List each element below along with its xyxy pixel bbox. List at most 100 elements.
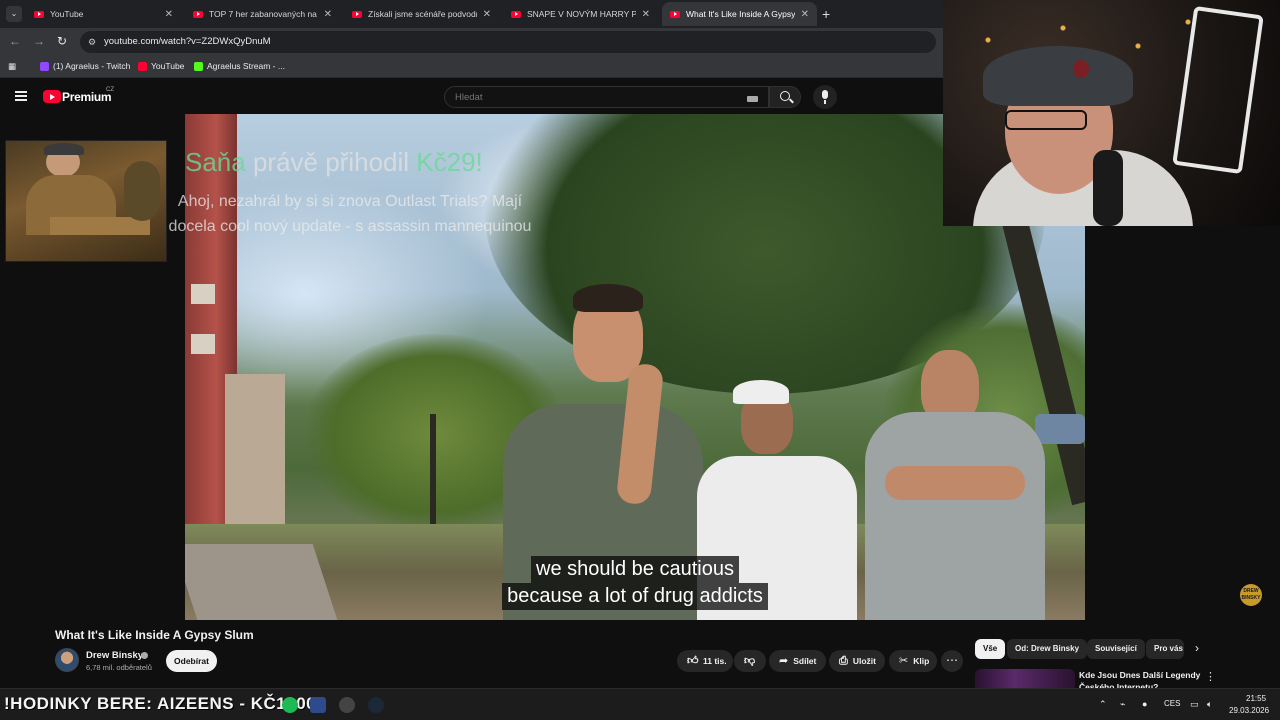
reload-icon[interactable]: ↻ [57, 34, 67, 48]
donation-text: právě přihodil [245, 147, 417, 177]
video-title: What It's Like Inside A Gypsy Slum [55, 628, 254, 642]
streamer-webcam [943, 0, 1280, 226]
like-button[interactable]: 👍︎ 11 tis. [677, 650, 733, 672]
youtube-favicon-icon [511, 10, 521, 18]
browser-tab[interactable]: YouTube ✕ [26, 2, 181, 26]
scissors-icon: ✂ [899, 654, 909, 667]
address-bar[interactable]: ⚙ youtube.com/watch?v=Z2DWxQyDnuM [80, 31, 936, 53]
youtube-favicon-icon [670, 10, 680, 18]
browser-tab[interactable]: SNAPE V NOVÝM HARRY POTT ✕ [503, 2, 658, 26]
bookmark-item[interactable]: (1) Agraelus - Twitch [40, 61, 130, 71]
donor-name: Saňa [185, 147, 246, 177]
new-tab-button[interactable]: + [822, 6, 830, 22]
cap [733, 380, 789, 404]
subscribe-button[interactable]: Odebírat [166, 650, 217, 672]
close-tab-icon[interactable]: ✕ [483, 9, 491, 20]
bookmarks-bar: ▦ (1) Agraelus - Twitch YouTube Agraelus… [0, 56, 943, 78]
voice-search-button[interactable] [813, 85, 837, 109]
chip-all[interactable]: Vše [975, 639, 1006, 659]
bookmark-item[interactable]: YouTube [138, 61, 184, 71]
chevron-right-icon[interactable]: › [1195, 641, 1199, 655]
close-tab-icon[interactable]: ✕ [642, 9, 650, 20]
region-code: CZ [106, 87, 114, 93]
youtube-brand[interactable]: Premium [62, 90, 112, 104]
cap-logo [1073, 60, 1089, 78]
microphone [1093, 150, 1123, 226]
subtitle-line: we should be cautious [531, 556, 739, 583]
bookmark-label: YouTube [151, 61, 185, 71]
back-icon[interactable]: ← [9, 34, 21, 48]
apps-grid-icon[interactable]: ▦ [8, 61, 16, 72]
chip-from-channel[interactable]: Od: Drew Binsky [1007, 639, 1088, 659]
close-tab-icon[interactable]: ✕ [324, 9, 332, 20]
youtube-logo-icon[interactable] [43, 90, 61, 103]
language-indicator[interactable]: CES [1164, 699, 1180, 708]
steam-icon[interactable] [368, 697, 384, 713]
youtube-favicon-icon [193, 10, 203, 18]
share-button[interactable]: ➦ Sdílet [769, 650, 826, 672]
save-button[interactable]: ⎙ Uložit [829, 650, 885, 672]
glasses [1005, 110, 1087, 130]
window [191, 334, 215, 354]
tab-title: YouTube [50, 9, 84, 19]
browser-tab-active[interactable]: What It's Like Inside A Gypsy Sl ✕ [662, 2, 817, 26]
clip-label: Klip [913, 656, 930, 666]
obs-icon[interactable] [310, 697, 326, 713]
display-icon[interactable]: ▭ [1190, 699, 1199, 710]
search-box[interactable] [444, 86, 769, 108]
volume-icon[interactable]: 🔈︎ [1207, 699, 1212, 710]
building [225, 374, 285, 534]
window [191, 284, 215, 304]
tree-trunk [430, 414, 436, 534]
spotify-icon[interactable] [282, 697, 298, 713]
bookmark-label: (1) Agraelus - Twitch [53, 61, 131, 71]
youtube-favicon-icon [352, 10, 362, 18]
bookmark-label: Agraelus Stream - ... [207, 61, 285, 71]
microphone-icon[interactable]: ● [1142, 699, 1147, 709]
stream-ticker: !HODINKY BERE: AIZEENS - KČ1000 [4, 694, 317, 713]
share-icon: ➦ [779, 654, 789, 667]
thumbs-up-icon: 👍︎ [687, 654, 699, 667]
forward-icon[interactable]: → [33, 34, 45, 48]
close-tab-icon[interactable]: ✕ [165, 9, 173, 20]
clip-button[interactable]: ✂ Klip [889, 650, 937, 672]
clock-date[interactable]: 29.03.2026 [1229, 706, 1269, 715]
stream-painting-overlay [5, 140, 167, 262]
hair [573, 284, 643, 312]
verified-icon [141, 652, 148, 659]
bookmark-item[interactable]: Agraelus Stream - ... [194, 61, 285, 71]
youtube-icon [138, 61, 147, 71]
channel-watermark[interactable]: DREW BINSKY [1240, 584, 1262, 606]
like-count: 11 tis. [703, 656, 727, 666]
save-label: Uložit [852, 656, 876, 666]
network-icon[interactable]: ⌁ [1120, 699, 1125, 710]
search-button[interactable] [769, 86, 801, 108]
more-actions-button[interactable]: ⋯ [941, 650, 963, 672]
chip-for-you[interactable]: Pro vás [1146, 639, 1184, 659]
menu-icon[interactable] [15, 91, 27, 101]
taskbar: !HODINKY BERE: AIZEENS - KČ1000 ⌃ ⌁ ● CE… [0, 688, 1280, 720]
dislike-button[interactable]: 👎︎ [734, 650, 766, 672]
share-label: Sdílet [793, 656, 817, 666]
search-input[interactable] [455, 92, 735, 103]
tab-title: SNAPE V NOVÝM HARRY POTT [527, 9, 636, 19]
site-info-icon[interactable]: ⚙ [88, 37, 98, 47]
channel-name[interactable]: Drew Binsky [86, 650, 143, 661]
keyboard-icon[interactable] [747, 96, 758, 102]
tab-title: What It's Like Inside A Gypsy Sl [686, 9, 795, 19]
tab-search-button[interactable]: ⌄ [6, 6, 22, 22]
chevron-up-icon[interactable]: ⌃ [1099, 699, 1107, 710]
chrome-icon[interactable] [339, 697, 355, 713]
browser-tab[interactable]: TOP 7 her zabanovaných na Ste ✕ [185, 2, 340, 26]
clock-time[interactable]: 21:55 [1246, 694, 1266, 703]
browser-tab[interactable]: Získali jsme scénáře podvodník ✕ [344, 2, 499, 26]
close-tab-icon[interactable]: ✕ [801, 9, 809, 20]
video-subtitles: we should be cautious because a lot of d… [185, 556, 1085, 610]
browser-tab-bar: ⌄ YouTube ✕ TOP 7 her zabanovaných na St… [0, 0, 943, 28]
avatar[interactable] [55, 648, 79, 672]
chip-related[interactable]: Související [1087, 639, 1145, 659]
donation-alert-title: Saňa právě přihodil Kč29! [185, 147, 483, 178]
url-text[interactable]: youtube.com/watch?v=Z2DWxQyDnuM [104, 36, 271, 47]
more-options-icon[interactable]: ⋮ [1205, 670, 1216, 683]
donation-message: Ahoj, nezahrál by si si znova Outlast Tr… [168, 193, 532, 235]
